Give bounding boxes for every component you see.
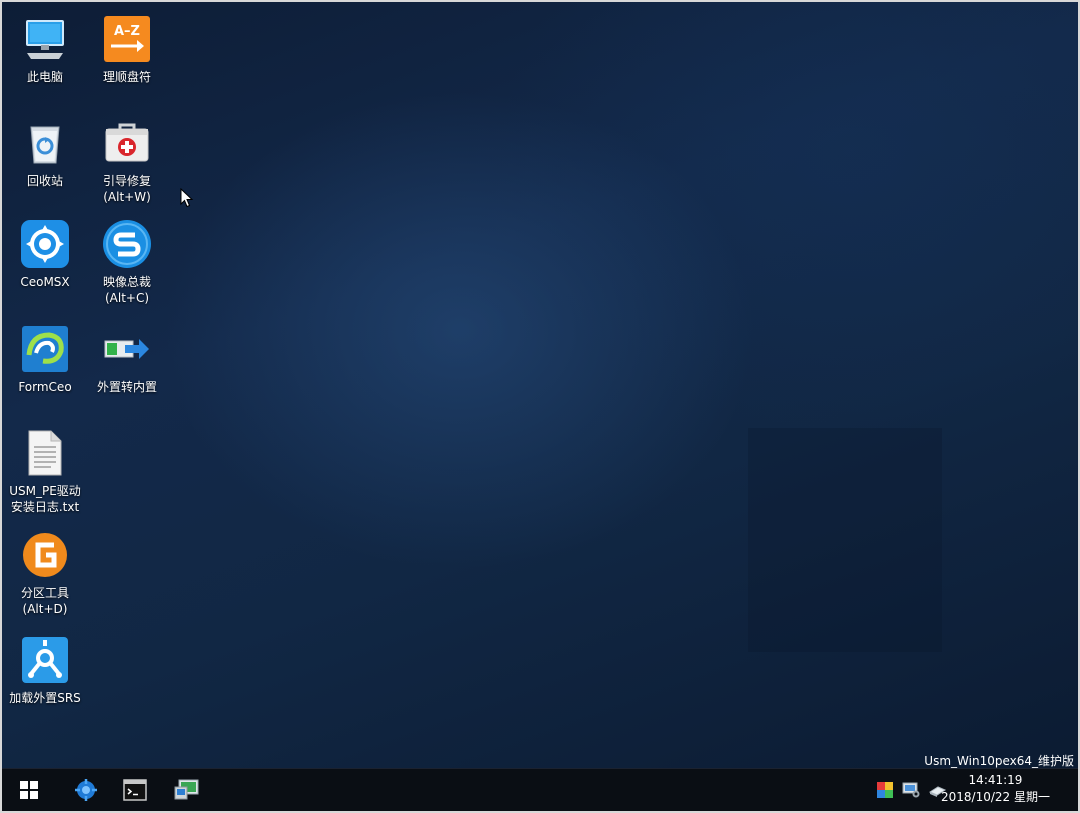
taskbar: 14:41:19 2018/10/22 星期一 (0, 768, 1080, 813)
desktop-icon-formceo[interactable]: FormCeo (5, 324, 85, 395)
taskbar-app-2[interactable] (111, 769, 159, 813)
desktop-icon-recycle-bin[interactable]: 回收站 (5, 118, 85, 189)
svg-text:A–Z: A–Z (114, 24, 140, 39)
desktop-icon-label: 此电脑 (26, 70, 63, 84)
desktop-icon-label: 外置转内置 (96, 380, 157, 394)
firewire-icon (20, 635, 70, 685)
desktop-icon-label: 回收站 (26, 174, 63, 188)
desktop-icon-label: CeoMSX (20, 275, 70, 289)
desktop-icon-label: 映像总裁 (Alt+C) (102, 275, 151, 305)
mouse-cursor-icon (180, 187, 194, 212)
tray-color-icon[interactable] (876, 782, 894, 802)
convert-arrow-icon (102, 324, 152, 374)
first-aid-kit-icon (102, 118, 152, 168)
os-version-watermark: Usm_Win10pex64_维护版 (924, 754, 1074, 768)
desktop-icon-ceomsx[interactable]: CeoMSX (5, 219, 85, 290)
gear-app-icon (20, 219, 70, 269)
desktop-icon-label: 理顺盘符 (102, 70, 151, 84)
taskbar-app-3[interactable] (163, 769, 211, 813)
windows-logo-icon (20, 780, 38, 803)
clock-time: 14:41:19 (968, 773, 1023, 787)
s-logo-icon (102, 219, 152, 269)
start-button[interactable] (5, 769, 53, 813)
desktop-shadow-region (748, 428, 942, 652)
clock-date: 2018/10/22 星期一 (941, 790, 1050, 804)
desktop-icon-label: USM_PE驱动 安装日志.txt (9, 484, 81, 514)
taskbar-clock[interactable]: 14:41:19 2018/10/22 星期一 (941, 772, 1050, 806)
desktop-icon-label: 分区工具 (Alt+D) (20, 586, 69, 616)
tray-settings-icon[interactable] (902, 782, 920, 802)
diskgenius-icon (20, 530, 70, 580)
computer-icon (20, 14, 70, 64)
taskbar-app-1[interactable] (62, 769, 110, 813)
recycle-bin-icon (20, 118, 70, 168)
desktop[interactable]: 此电脑 回收站 CeoMSX FormCeo USM_PE驱动 安装日志.txt… (0, 0, 1080, 813)
command-prompt-icon (123, 778, 147, 805)
desktop-icon-image-manager[interactable]: 映像总裁 (Alt+C) (87, 219, 167, 306)
desktop-icon-label: 引导修复 (Alt+W) (102, 174, 151, 204)
desktop-icon-label: FormCeo (18, 380, 72, 394)
desktop-icon-partition-tool[interactable]: 分区工具 (Alt+D) (5, 530, 85, 617)
desktop-icon-driver-log-txt[interactable]: USM_PE驱动 安装日志.txt (5, 428, 85, 515)
desktop-icon-this-pc[interactable]: 此电脑 (5, 14, 85, 85)
desktop-icon-label: 加载外置SRS (9, 691, 81, 705)
desktop-icon-reorder-drive-letters[interactable]: A–Z 理顺盘符 (87, 14, 167, 85)
a-z-sort-icon: A–Z (102, 14, 152, 64)
color-grid-icon (877, 782, 893, 802)
desktop-icon-boot-repair[interactable]: 引导修复 (Alt+W) (87, 118, 167, 205)
device-settings-icon (902, 782, 920, 802)
network-tool-icon (74, 778, 98, 806)
desktop-icon-external-to-internal[interactable]: 外置转内置 (87, 324, 167, 395)
system-monitor-icon (174, 778, 200, 806)
text-file-icon (20, 428, 70, 478)
swirl-app-icon (20, 324, 70, 374)
desktop-icon-load-external-srs[interactable]: 加载外置SRS (5, 635, 85, 706)
